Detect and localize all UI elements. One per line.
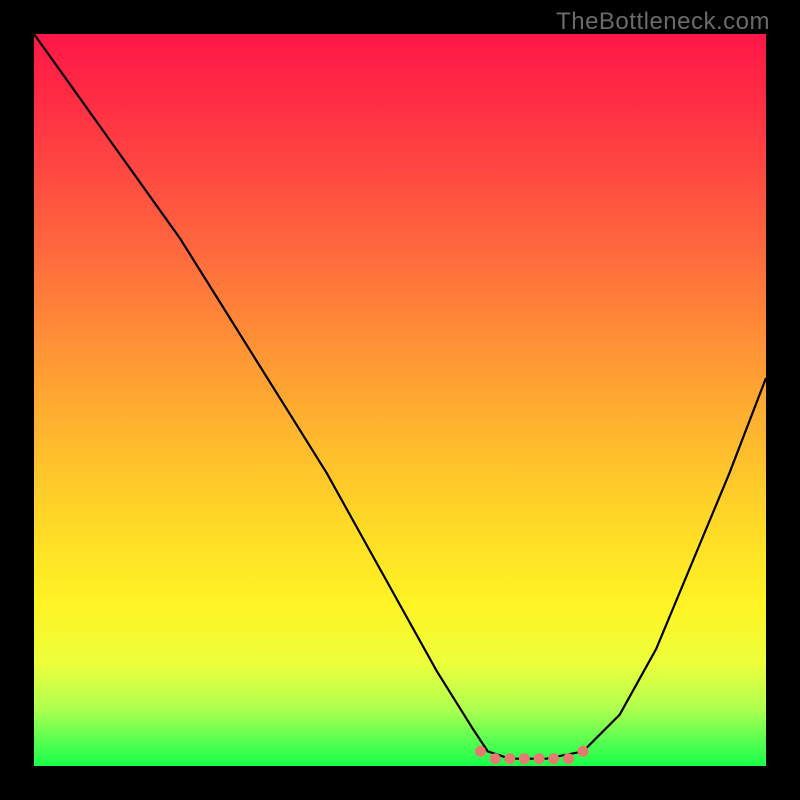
optimal-region-dots: [475, 746, 589, 764]
chart-svg: [34, 34, 766, 766]
bottleneck-curve: [34, 34, 766, 759]
plot-area: [34, 34, 766, 766]
chart-container: TheBottleneck.com: [0, 0, 800, 800]
watermark-text: TheBottleneck.com: [556, 8, 770, 36]
